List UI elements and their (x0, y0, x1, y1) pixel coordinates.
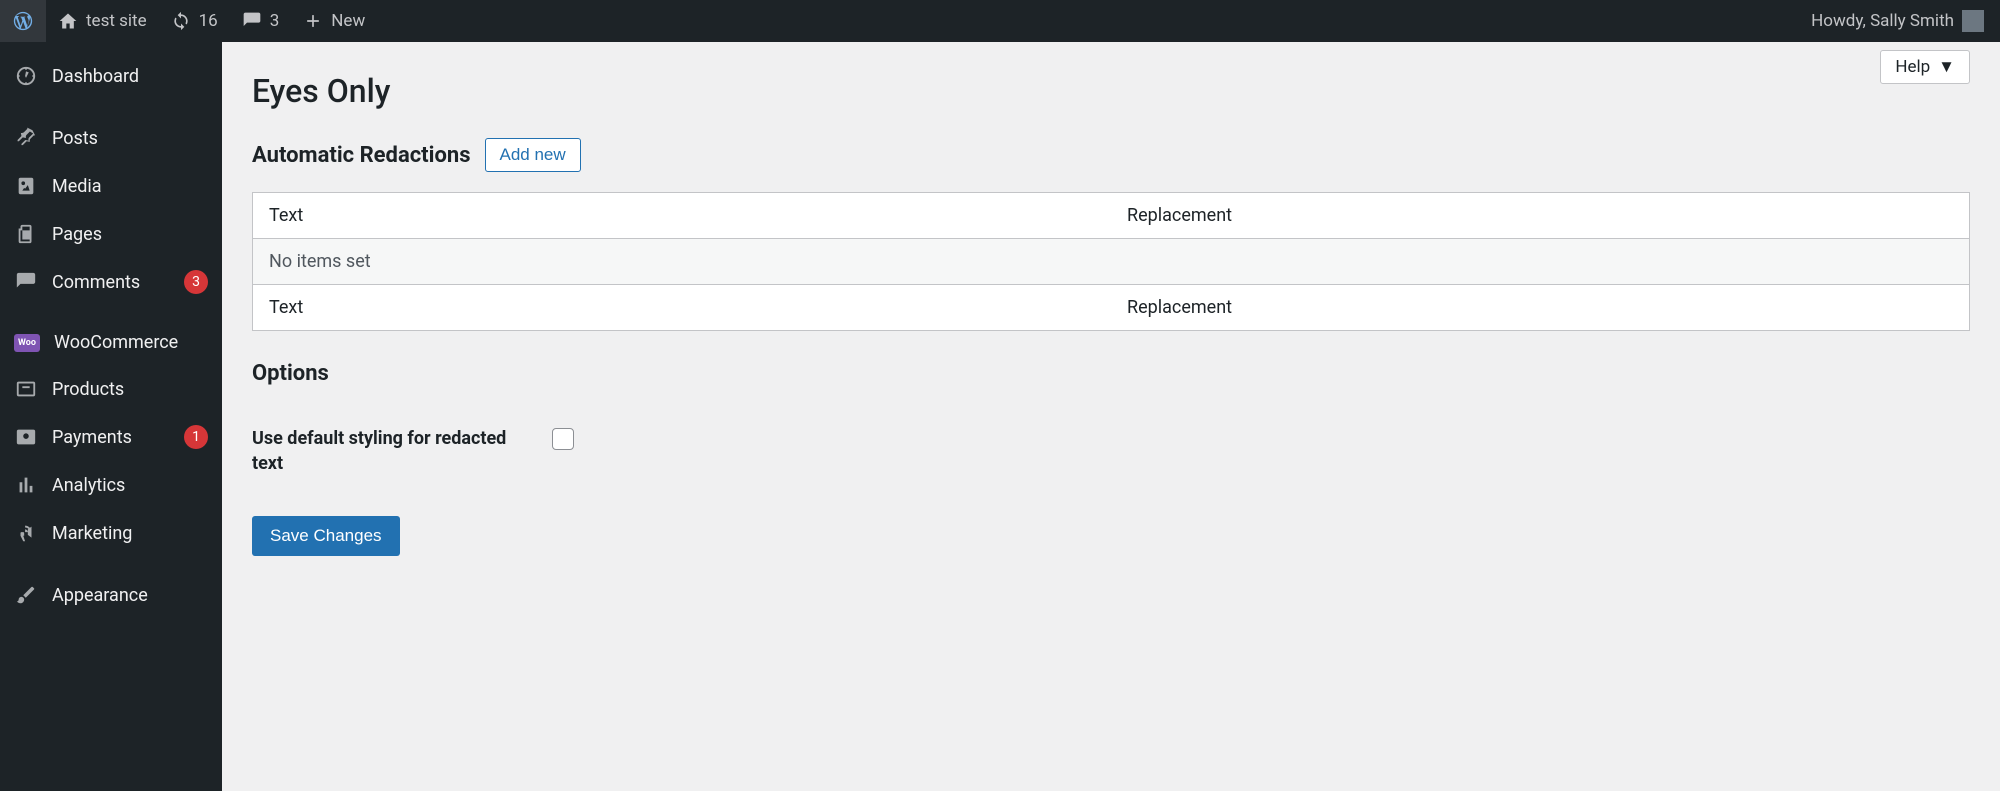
sidebar-item-appearance[interactable]: Appearance (0, 571, 222, 619)
empty-row-text: No items set (253, 239, 1970, 285)
sidebar-item-label: WooCommerce (54, 332, 208, 353)
sidebar-item-label: Media (52, 176, 208, 197)
sidebar-item-label: Comments (52, 272, 170, 293)
sidebar-item-posts[interactable]: Posts (0, 114, 222, 162)
sidebar-item-marketing[interactable]: Marketing (0, 509, 222, 557)
options-title: Options (252, 361, 1970, 386)
admin-toolbar: test site 16 3 New Howdy, Sally Smith (0, 0, 2000, 42)
admin-toolbar-left: test site 16 3 New (0, 0, 377, 42)
help-label: Help (1895, 57, 1930, 77)
media-icon (14, 174, 38, 198)
avatar (1962, 10, 1984, 32)
site-name-label: test site (86, 11, 147, 31)
analytics-icon (14, 473, 38, 497)
wordpress-logo-icon (12, 10, 34, 32)
my-account-menu[interactable]: Howdy, Sally Smith (1811, 0, 1990, 42)
dashboard-icon (14, 64, 38, 88)
sidebar-item-products[interactable]: Products (0, 365, 222, 413)
sidebar-item-dashboard[interactable]: Dashboard (0, 52, 222, 100)
help-tab[interactable]: Help ▼ (1880, 50, 1970, 84)
comment-icon (242, 11, 262, 31)
page-title: Eyes Only (252, 42, 1970, 110)
option-row-default-styling: Use default styling for redacted text (252, 426, 1970, 476)
sidebar-item-pages[interactable]: Pages (0, 210, 222, 258)
new-label: New (331, 11, 365, 31)
woocommerce-icon: Woo (14, 334, 40, 352)
payments-icon (14, 425, 38, 449)
pin-icon (14, 126, 38, 150)
sidebar-item-label: Appearance (52, 585, 208, 606)
add-new-button[interactable]: Add new (485, 138, 581, 172)
updates-count: 16 (199, 11, 218, 31)
section-title: Automatic Redactions (252, 143, 471, 168)
products-icon (14, 377, 38, 401)
table-header-row: Text Replacement (253, 193, 1970, 239)
plus-icon (303, 11, 323, 31)
main-content: Help ▼ Eyes Only Automatic Redactions Ad… (222, 42, 2000, 791)
col-replacement-header: Replacement (1111, 193, 1970, 239)
sidebar-item-label: Products (52, 379, 208, 400)
appearance-icon (14, 583, 38, 607)
home-icon (58, 11, 78, 31)
comment-icon (14, 270, 38, 294)
updates-menu[interactable]: 16 (159, 0, 230, 42)
col-text-header: Text (253, 193, 1112, 239)
default-styling-checkbox[interactable] (552, 428, 574, 450)
wp-logo-menu[interactable] (0, 0, 46, 42)
sidebar-item-label: Payments (52, 427, 170, 448)
comments-badge: 3 (184, 270, 208, 294)
howdy-text: Howdy, Sally Smith (1811, 11, 1954, 31)
sidebar-item-label: Pages (52, 224, 208, 245)
pages-icon (14, 222, 38, 246)
sidebar-item-label: Marketing (52, 523, 208, 544)
sidebar-item-media[interactable]: Media (0, 162, 222, 210)
marketing-icon (14, 521, 38, 545)
chevron-down-icon: ▼ (1938, 57, 1955, 77)
option-label: Use default styling for redacted text (252, 426, 512, 476)
refresh-icon (171, 11, 191, 31)
sidebar-item-analytics[interactable]: Analytics (0, 461, 222, 509)
payments-badge: 1 (184, 425, 208, 449)
site-name-menu[interactable]: test site (46, 0, 159, 42)
section-header-row: Automatic Redactions Add new (252, 138, 1970, 172)
sidebar-item-comments[interactable]: Comments 3 (0, 258, 222, 306)
admin-sidebar: Dashboard Posts Media Pages Comments 3 W… (0, 42, 222, 791)
sidebar-item-label: Analytics (52, 475, 208, 496)
save-changes-button[interactable]: Save Changes (252, 516, 400, 556)
new-content-menu[interactable]: New (291, 0, 377, 42)
sidebar-item-label: Dashboard (52, 66, 208, 87)
redactions-table: Text Replacement No items set Text Repla… (252, 192, 1970, 331)
comments-menu[interactable]: 3 (230, 0, 292, 42)
sidebar-item-payments[interactable]: Payments 1 (0, 413, 222, 461)
col-replacement-footer: Replacement (1111, 285, 1970, 331)
table-footer-row: Text Replacement (253, 285, 1970, 331)
comments-count: 3 (270, 11, 280, 31)
col-text-footer: Text (253, 285, 1112, 331)
sidebar-item-label: Posts (52, 128, 208, 149)
sidebar-item-woocommerce[interactable]: Woo WooCommerce (0, 320, 222, 365)
table-row: No items set (253, 239, 1970, 285)
